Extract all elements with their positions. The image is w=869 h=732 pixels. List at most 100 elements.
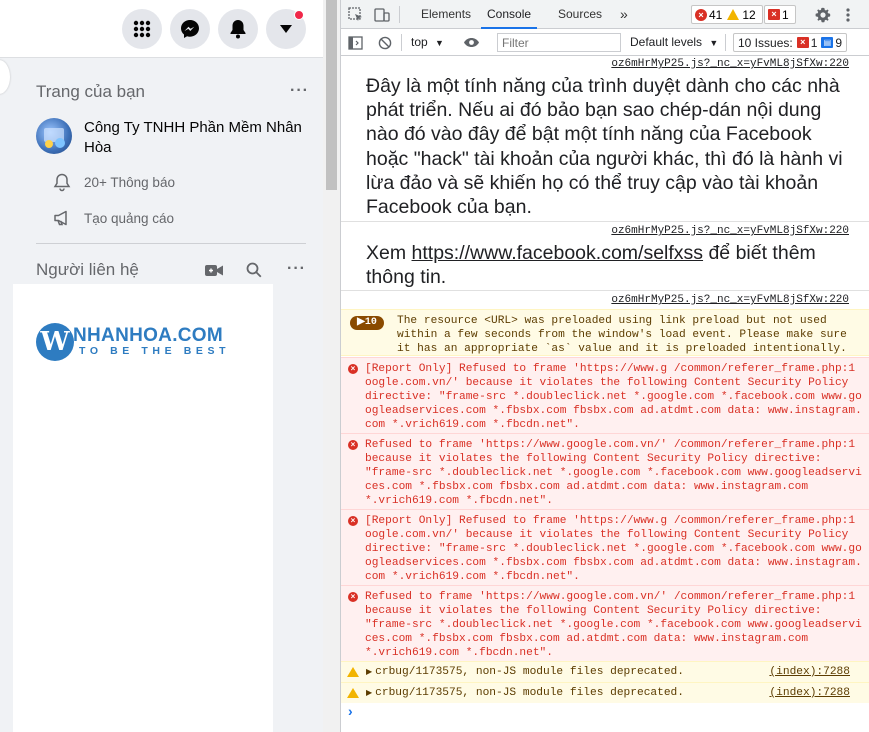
nhanhoa-logo-text: NHANHOA.COM <box>73 325 224 346</box>
error-line: com *.vrich619.com *.fbcdn.net". <box>365 419 580 431</box>
tab-sources[interactable]: Sources <box>558 0 602 29</box>
tab-elements[interactable]: Elements <box>421 0 471 29</box>
more-tabs-button[interactable]: » <box>620 0 628 29</box>
error-line: *.vrich619.com *.fbcdn.net". <box>365 647 553 659</box>
warning-icon <box>347 688 359 698</box>
notifications-button[interactable] <box>218 9 258 49</box>
new-room-button[interactable] <box>204 262 224 278</box>
source-link[interactable]: oz6mHrMyP25.js?_nc_x=yFvML8jSfXw:220 <box>611 58 849 70</box>
clear-console-button[interactable] <box>376 34 393 51</box>
gear-icon <box>815 7 831 22</box>
tab-console[interactable]: Console <box>481 0 538 29</box>
log-levels-dropdown[interactable]: Default levels ▼ <box>630 35 718 49</box>
megaphone-icon <box>54 210 67 226</box>
notifications-row[interactable]: 20+ Thông báo <box>52 172 175 192</box>
error-line: directive: "frame-src *.doubleclick.net … <box>365 391 862 403</box>
sidebar-toggle-button[interactable] <box>347 34 364 51</box>
selfxss-warning-message: Đây là một tính năng của trình duyệt dàn… <box>366 75 843 219</box>
error-icon: × <box>348 440 358 450</box>
issues-counter[interactable]: × 1 <box>764 5 796 24</box>
error-line: [Report Only] Refused to frame 'https://… <box>365 363 856 375</box>
nhanhoa-logo-mark: W <box>36 323 74 361</box>
error-line: oogle.com.vn/' because it violates the f… <box>365 529 849 541</box>
error-line: because it violates the following Conten… <box>365 453 822 465</box>
log-levels-label: Default levels <box>630 35 703 49</box>
console-filter-input[interactable] <box>497 33 621 52</box>
separator <box>725 34 726 51</box>
error-line: ogleadservices.com *.fbsbx.com fbsbx.com… <box>365 557 862 569</box>
grid-menu-icon <box>133 20 151 38</box>
warning-message: ▶ crbug/1173575, non-JS module files depr… <box>366 666 684 678</box>
preload-line: it has an appropriate `as` value and it … <box>397 343 847 355</box>
error-warning-counter[interactable]: × 41 12 <box>691 5 763 24</box>
console-warning-row[interactable]: ▶ crbug/1173575, non-JS module files depr… <box>341 661 869 682</box>
page-avatar[interactable] <box>36 118 72 154</box>
device-icon <box>374 8 390 22</box>
source-link[interactable]: oz6mHrMyP25.js?_nc_x=yFvML8jSfXw:220 <box>611 294 849 306</box>
page-scrollbar-thumb[interactable] <box>326 0 337 190</box>
issues-button[interactable]: 10 Issues: × 1 ▤ 9 <box>733 33 848 52</box>
error-icon: × <box>348 516 358 526</box>
page-name-link[interactable]: Công Ty TNHH Phần Mềm Nhân Hòa <box>84 118 314 158</box>
console-prompt[interactable]: › <box>348 703 353 719</box>
caret-down-icon: ▼ <box>435 38 444 48</box>
separator <box>401 34 402 51</box>
warning-icon <box>727 9 740 20</box>
error-line: com *.vrich619.com *.fbcdn.net". <box>365 571 580 583</box>
menu-button[interactable] <box>122 9 162 49</box>
video-camera-icon <box>205 264 223 276</box>
eye-icon <box>463 38 479 47</box>
error-line: because it violates the following Conten… <box>365 605 822 617</box>
warning-count: 12 <box>742 7 756 22</box>
pages-more-button[interactable]: ··· <box>290 82 309 100</box>
error-icon: × <box>348 364 358 374</box>
search-contacts-button[interactable] <box>244 260 264 280</box>
console-warning-row[interactable]: ▶ crbug/1173575, non-JS module files depr… <box>341 682 869 703</box>
sponsored-ad[interactable]: W NHANHOA.COM TO BE THE BEST <box>13 284 273 732</box>
customize-menu-button[interactable] <box>841 5 855 24</box>
search-icon <box>246 262 262 278</box>
settings-button[interactable] <box>813 5 833 24</box>
error-line: ogleadservices.com *.fbsbx.com fbsbx.com… <box>365 405 862 417</box>
error-line: ces.com *.fbsbx.com fbsbx.com ad.atdmt.c… <box>365 481 809 493</box>
error-icon: × <box>348 592 358 602</box>
preload-violation-row: ▶10 The resource <URL> was preloaded usi… <box>341 309 869 356</box>
row-separator <box>341 221 869 222</box>
source-link[interactable]: oz6mHrMyP25.js?_nc_x=yFvML8jSfXw:220 <box>611 225 849 237</box>
warning-message: ▶ crbug/1173575, non-JS module files depr… <box>366 687 684 699</box>
sidebar-icon <box>348 35 363 50</box>
error-line: "frame-src *.doubleclick.net *.google.co… <box>365 467 862 479</box>
row-separator <box>341 290 869 291</box>
error-count: 41 <box>709 7 723 22</box>
messenger-icon <box>181 20 199 38</box>
info-prefix: Xem <box>366 242 412 264</box>
device-toolbar-button[interactable] <box>373 6 391 24</box>
separator <box>399 6 400 23</box>
create-ad-label: Tạo quảng cáo <box>84 210 175 226</box>
preload-line: The resource <URL> was preloaded using l… <box>397 315 827 327</box>
caret-down-icon <box>280 25 292 33</box>
clear-icon <box>378 36 391 49</box>
inspect-element-button[interactable] <box>347 6 365 24</box>
messenger-button[interactable] <box>170 9 210 49</box>
divider <box>36 243 306 244</box>
context-select[interactable]: top ▼ <box>411 35 444 49</box>
selfxss-link[interactable]: https://www.facebook.com/selfxss <box>412 242 704 264</box>
create-ad-row[interactable]: Tạo quảng cáo <box>52 208 174 228</box>
facebook-page: Trang của bạn ··· Công Ty TNHH Phần Mềm … <box>0 0 323 732</box>
preload-line: within a few seconds from the window's l… <box>397 329 847 341</box>
devtools-tab-bar: Elements Console Sources » × 41 12 × 1 <box>341 0 869 29</box>
error-line: *.vrich619.com *.fbcdn.net". <box>365 495 553 507</box>
error-line: Refused to frame 'https://www.google.com… <box>365 439 856 451</box>
kebab-menu-icon <box>846 7 850 22</box>
warning-source-link[interactable]: (index):7288 <box>769 687 850 699</box>
repeat-count-badge: ▶10 <box>350 316 384 330</box>
warning-source-link[interactable]: (index):7288 <box>769 666 850 678</box>
warning-text: crbug/1173575, non-JS module files depre… <box>375 666 684 678</box>
contacts-more-button[interactable]: ··· <box>287 260 306 278</box>
live-expression-button[interactable] <box>462 34 480 51</box>
bell-outline-icon <box>53 173 71 192</box>
issue-count: 1 <box>782 7 789 22</box>
issue-error-icon: × <box>768 9 780 20</box>
issue-info-icon: ▤ <box>821 37 834 48</box>
